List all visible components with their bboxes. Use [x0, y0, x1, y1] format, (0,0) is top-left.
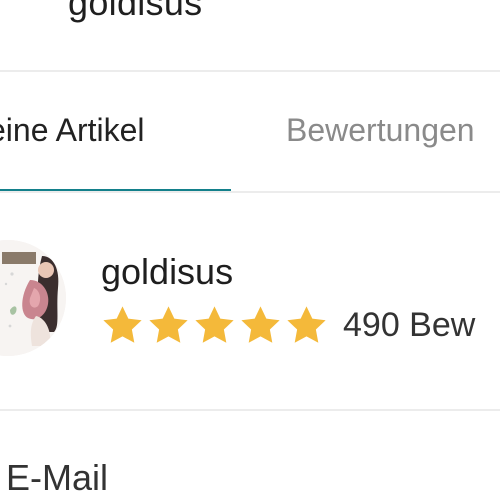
review-count[interactable]: 490 Bew — [343, 306, 475, 345]
tab-reviews[interactable]: Bewertungen — [286, 112, 475, 149]
tab-bar: eine Artikel Bewertungen — [0, 72, 500, 193]
star-icon — [241, 306, 280, 343]
username[interactable]: goldisus — [101, 251, 233, 293]
email-label: E-Mail — [6, 457, 109, 498]
star-icon — [149, 306, 188, 343]
page-title: goldisus — [68, 0, 203, 23]
profile-page: goldisus eine Artikel Bewertungen goldis… — [0, 0, 500, 500]
star-icon — [103, 306, 142, 343]
avatar[interactable] — [0, 240, 66, 356]
star-icon — [195, 306, 234, 343]
star-icon — [287, 306, 326, 343]
rating-stars — [100, 303, 330, 349]
divider — [0, 409, 500, 411]
profile-summary[interactable]: goldisus 490 Bew — [0, 236, 500, 356]
divider — [0, 191, 500, 193]
tab-items[interactable]: eine Artikel — [0, 112, 145, 149]
